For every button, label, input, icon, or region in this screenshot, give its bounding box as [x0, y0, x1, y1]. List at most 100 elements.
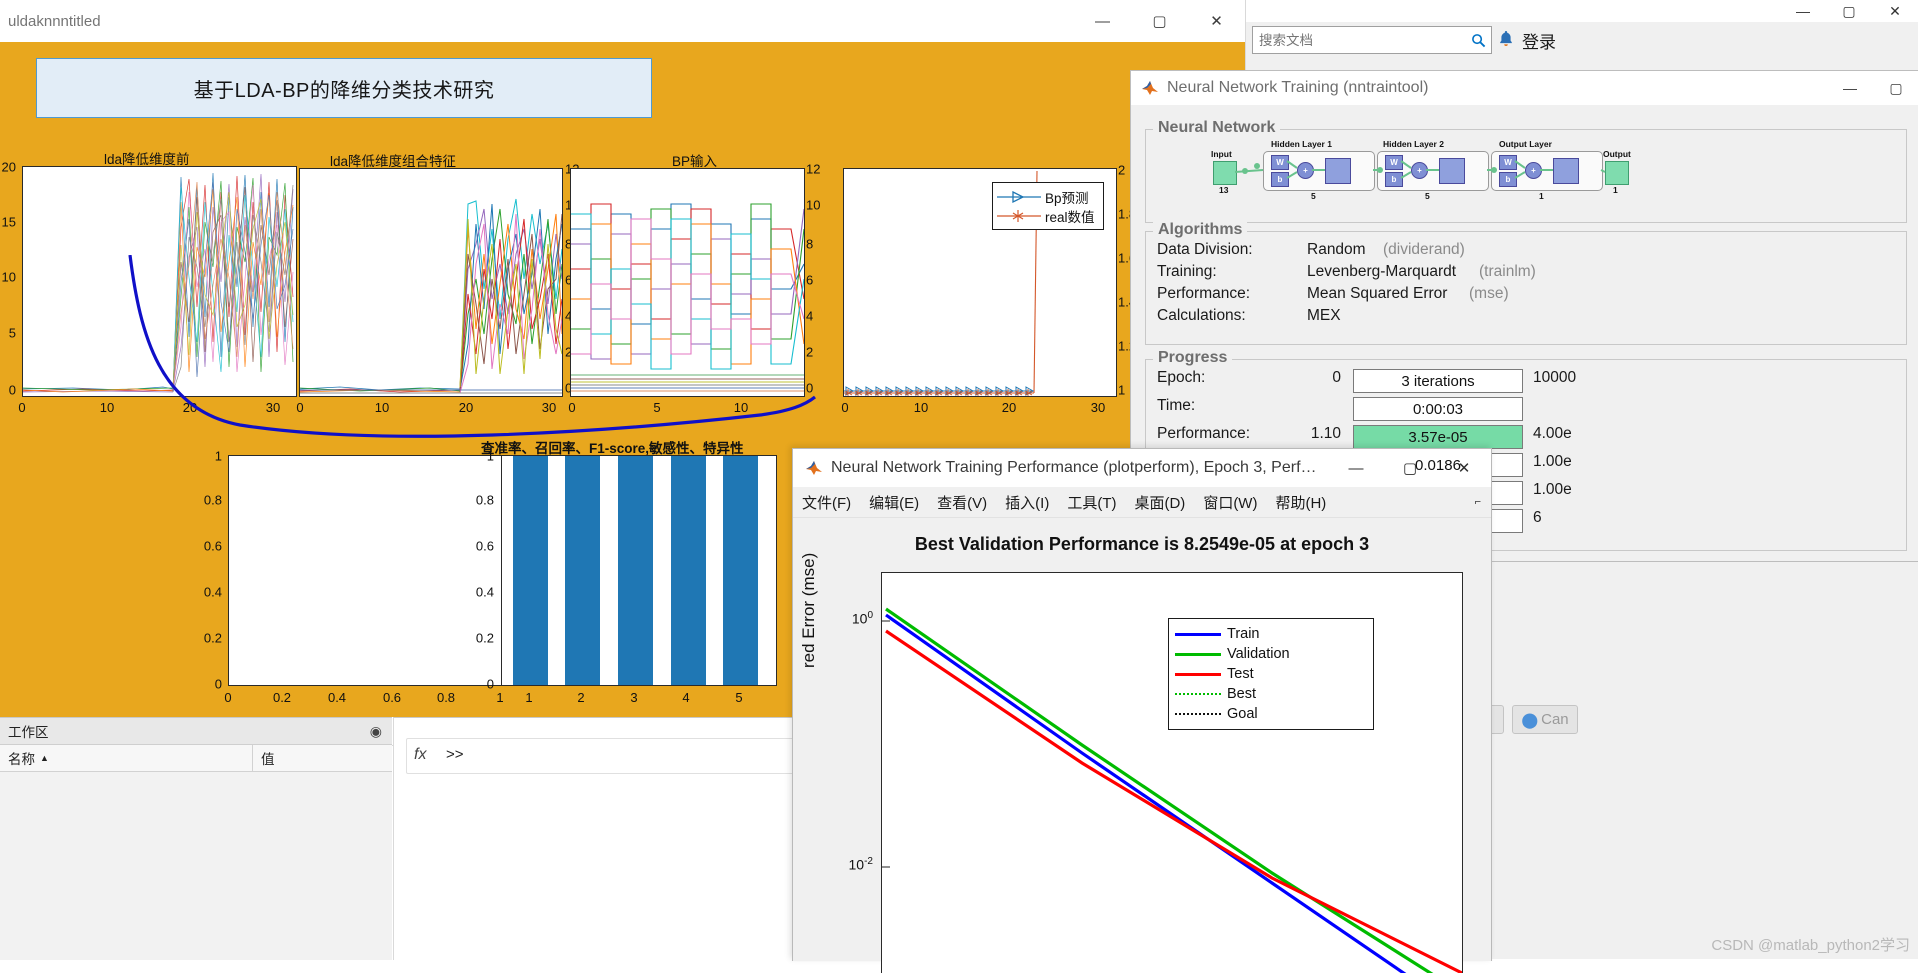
- legend-label-bp: Bp预测: [1045, 190, 1089, 206]
- nntraintool-cancel-label: Can: [1541, 711, 1569, 728]
- axes6-ytick-0: 0: [486, 676, 494, 692]
- plotperform-legend: Train Validation Test Best Goal: [1168, 618, 1374, 730]
- axes6-ytick-0.2: 0.2: [475, 630, 494, 646]
- axes5-xtick-0.6: 0.6: [382, 690, 402, 705]
- plotperform-window: Neural Network Training Performance (plo…: [792, 448, 1492, 973]
- workspace-col-value-label: 值: [261, 752, 275, 767]
- menu-item-edit[interactable]: 编辑(E): [860, 492, 928, 513]
- axes6-xtick-3: 3: [630, 690, 638, 705]
- plotperform-ytick-1e0: 100: [827, 610, 873, 627]
- alg-dim-training: (trainlm): [1479, 263, 1536, 280]
- legend-row-best: Best: [1175, 684, 1367, 704]
- progress-key-epoch: Epoch:: [1157, 369, 1206, 386]
- axes5-xtick-0.2: 0.2: [272, 690, 292, 705]
- plotperform-ytick-1e-2: 10-2: [821, 856, 873, 873]
- watermark: CSDN @matlab_python2学习: [1711, 937, 1910, 954]
- menu-item-file[interactable]: 文件(F): [793, 492, 860, 513]
- progress-key-time: Time:: [1157, 397, 1196, 414]
- legend-label-real: real数值: [1045, 209, 1095, 225]
- alg-key-training: Training:: [1157, 263, 1217, 280]
- page-title: 基于LDA-BP的降维分类技术研究: [193, 79, 495, 102]
- axes3-title: BP输入: [672, 154, 718, 169]
- axes5-ytick-0.2: 0.2: [203, 630, 222, 646]
- menubar-expand-icon[interactable]: ⌐: [1475, 496, 1481, 508]
- search-input[interactable]: [1253, 31, 1465, 49]
- axes1-ytick-0: 0: [8, 382, 16, 398]
- menu-item-view[interactable]: 查看(V): [928, 492, 996, 513]
- app-close-button[interactable]: ✕: [1188, 0, 1245, 42]
- plotperform-ylabel: red Error (mse): [799, 552, 818, 668]
- axes1-ytick-10: 10: [1, 269, 16, 285]
- legend-label-validation: Validation: [1227, 646, 1290, 662]
- progress-bar-performance: 3.57e-05: [1353, 425, 1523, 449]
- ytick-bot-exponent: -2: [864, 856, 873, 867]
- legend-row-bp: Bp预测: [997, 187, 1095, 206]
- menu-item-insert[interactable]: 插入(I): [996, 492, 1058, 513]
- menu-item-desktop[interactable]: 桌面(D): [1125, 492, 1194, 513]
- legend-row-train: Train: [1175, 624, 1367, 644]
- progress-bar-time: 0:00:03: [1353, 397, 1523, 421]
- axes6-xtick-5: 5: [735, 690, 743, 705]
- axes6-xtick-1: 1: [525, 690, 533, 705]
- matlab-maximize-button[interactable]: ▢: [1826, 0, 1872, 22]
- axes6-ytick-1: 1: [486, 448, 494, 464]
- axes5-xtick-0.4: 0.4: [327, 690, 347, 705]
- axes5-ytick-0: 0: [214, 676, 222, 692]
- axes2-title: lda降低维度组合特征: [330, 154, 457, 169]
- plotperform-minimize-button[interactable]: —: [1329, 449, 1383, 487]
- legend-row-test: Test: [1175, 664, 1367, 684]
- axes6-ytick-0.4: 0.4: [475, 584, 494, 600]
- menu-item-window[interactable]: 窗口(W): [1194, 492, 1266, 513]
- legend-row-validation: Validation: [1175, 644, 1367, 664]
- neural-network-group-label: Neural Network: [1153, 119, 1281, 137]
- axes5-ytick-1: 1: [214, 448, 222, 464]
- workspace-col-value[interactable]: 值: [253, 745, 392, 771]
- progress-bar-gradient-text: 0.0186: [1415, 456, 1461, 474]
- workspace-col-name[interactable]: 名称 ▲: [0, 745, 253, 771]
- app-minimize-button[interactable]: —: [1074, 0, 1131, 42]
- axes-empty: [228, 455, 502, 686]
- progress-key-performance: Performance:: [1157, 425, 1251, 442]
- matlab-logo-icon: [806, 461, 822, 475]
- alg-val-calculations: MEX: [1307, 307, 1341, 324]
- menu-item-help[interactable]: 帮助(H): [1266, 492, 1335, 513]
- legend-line-train: [1175, 632, 1221, 636]
- legend-label-test: Test: [1227, 666, 1254, 682]
- app-window-title: uldaknnntitled: [8, 12, 101, 30]
- nntraintool-cancel-button[interactable]: ⬤ Can: [1512, 705, 1578, 734]
- app-maximize-button[interactable]: ▢: [1131, 0, 1188, 42]
- bar-5: [723, 456, 758, 685]
- axes4-xtick-30: 30: [1090, 400, 1106, 415]
- nntraintool-minimize-button[interactable]: —: [1827, 71, 1873, 105]
- nntraintool-titlebar: Neural Network Training (nntraintool) — …: [1131, 71, 1918, 105]
- nntraintool-maximize-button[interactable]: ▢: [1873, 71, 1918, 105]
- plotperform-body: Best Validation Performance is 8.2549e-0…: [793, 518, 1491, 973]
- login-link[interactable]: 登录: [1522, 28, 1556, 53]
- matlab-minimize-button[interactable]: —: [1780, 0, 1826, 22]
- axes5-ytick-0.4: 0.4: [203, 584, 222, 600]
- workspace-col-name-label: 名称: [8, 752, 35, 767]
- axes5-xtick-0.8: 0.8: [436, 690, 456, 705]
- plotperform-menubar: 文件(F) 编辑(E) 查看(V) 插入(I) 工具(T) 桌面(D) 窗口(W…: [793, 487, 1491, 518]
- documentation-search-box[interactable]: [1252, 26, 1492, 54]
- legend-label-train: Train: [1227, 626, 1260, 642]
- command-prompt: >>: [446, 746, 464, 763]
- axes4-ytick-2: 2: [1118, 162, 1126, 178]
- axes6-xtick-4: 4: [682, 690, 690, 705]
- axes4-legend: Bp预测 real数值: [992, 182, 1104, 230]
- axes1-ytick-20: 20: [1, 159, 16, 175]
- diagram-connections: [1234, 160, 1606, 179]
- workspace-visibility-icon[interactable]: ◉: [370, 723, 382, 740]
- axes1-ytick-5: 5: [8, 325, 16, 341]
- plotperform-title: Neural Network Training Performance (plo…: [831, 459, 1317, 476]
- ytick-top-exponent: 0: [867, 610, 873, 621]
- bar-4: [671, 456, 706, 685]
- menu-item-tools[interactable]: 工具(T): [1058, 492, 1125, 513]
- legend-row-goal: Goal: [1175, 704, 1367, 724]
- notification-bell-icon[interactable]: [1494, 27, 1518, 51]
- search-icon[interactable]: [1465, 33, 1491, 48]
- bar-1: [513, 456, 548, 685]
- alg-val-performance: Mean Squared Error: [1307, 285, 1448, 302]
- alg-val-training: Levenberg-Marquardt: [1307, 263, 1457, 280]
- matlab-close-button[interactable]: ✕: [1872, 0, 1918, 22]
